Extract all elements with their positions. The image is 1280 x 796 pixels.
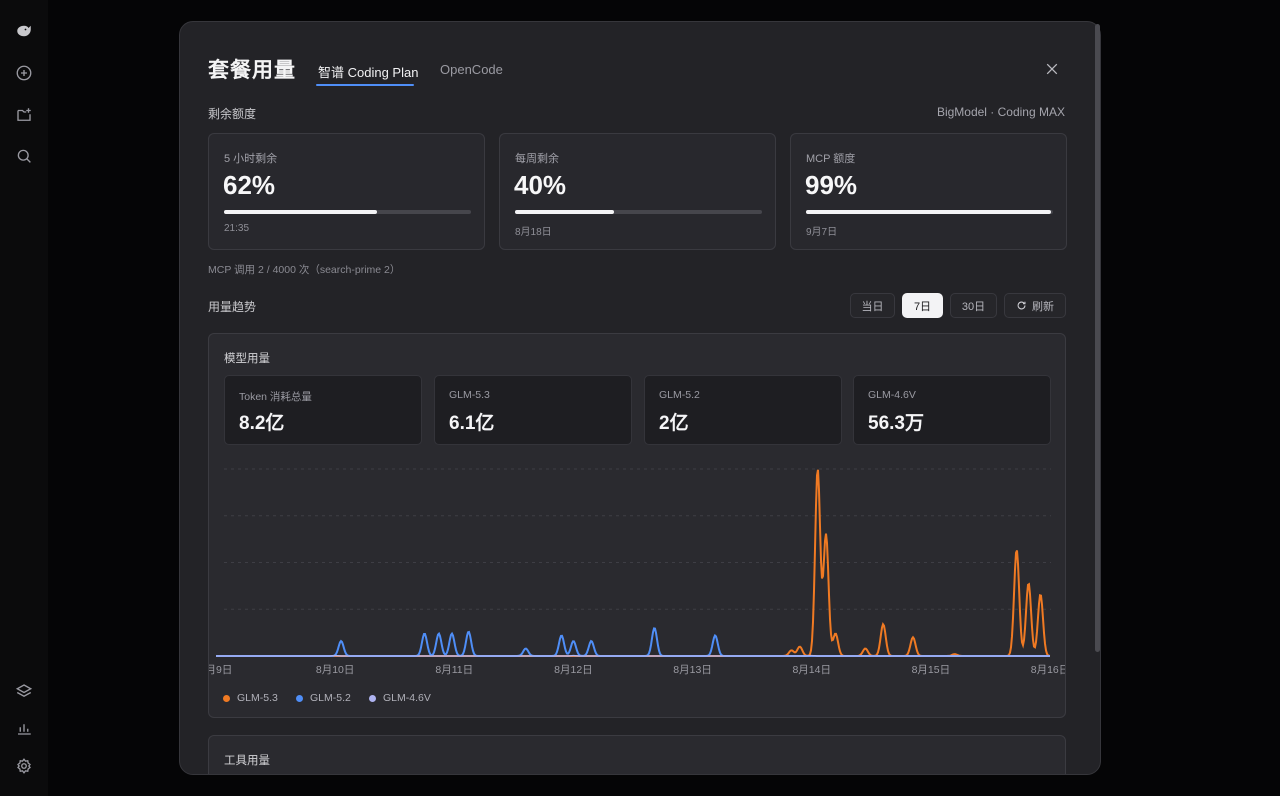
quota-card-5h: 5 小时剩余 62% 21:35: [208, 133, 485, 250]
stat-label: GLM-4.6V: [868, 389, 916, 401]
active-tab-indicator: [316, 84, 414, 86]
quota-card-weekly: 每周剩余 40% 8月18日: [499, 133, 776, 250]
stat-label: GLM-5.2: [659, 389, 700, 401]
modal-scrollbar[interactable]: [1095, 24, 1100, 652]
legend-label: GLM-4.6V: [383, 692, 431, 704]
trend-section-label: 用量趋势: [208, 300, 257, 314]
stat-value: 6.1亿: [449, 413, 495, 434]
legend-item-glm-5-2[interactable]: GLM-5.2: [296, 691, 351, 705]
x-tick-label: 8月13日: [673, 664, 712, 676]
quota-section-label: 剩余额度: [208, 107, 257, 121]
range-30d-button[interactable]: 30日: [950, 293, 997, 318]
model-usage-title: 模型用量: [224, 353, 270, 365]
quota-progress-bar: [515, 210, 762, 214]
legend-dot: [296, 694, 303, 702]
quota-progress-bar: [224, 210, 471, 214]
plan-name: BigModel · Coding MAX: [936, 105, 1065, 119]
legend-item-glm-4-6v[interactable]: GLM-4.6V: [369, 691, 431, 705]
sidebar: [0, 0, 48, 796]
x-tick-label: 8月15日: [912, 664, 951, 676]
quota-reset-time: 21:35: [224, 223, 250, 234]
quota-reset-date: 9月7日: [806, 227, 838, 238]
tab-coding-plan[interactable]: 智谱 Coding Plan: [318, 62, 418, 81]
quota-label: MCP 额度: [806, 153, 856, 165]
close-button[interactable]: [1042, 59, 1062, 79]
stat-card-glm-5-3: GLM-5.3 6.1亿: [434, 375, 632, 445]
quota-value: 99%: [805, 170, 858, 200]
usage-line-chart[interactable]: 8月9日 8月10日 8月11日 8月12日 8月13日 8月14日 8月15日 8月16日: [209, 459, 1065, 679]
new-folder-icon[interactable]: [14, 105, 34, 125]
stat-label: GLM-5.3: [449, 389, 490, 401]
stat-value: 2亿: [659, 413, 689, 434]
bar-chart-icon[interactable]: [14, 718, 34, 738]
legend-dot: [369, 694, 376, 702]
refresh-icon: [1017, 301, 1026, 310]
new-chat-icon[interactable]: [14, 63, 34, 83]
quota-label: 每周剩余: [515, 153, 559, 165]
modal-title: 套餐用量: [208, 59, 296, 82]
legend-label: GLM-5.3: [237, 692, 278, 704]
range-7d-button[interactable]: 7日: [902, 293, 943, 318]
quota-reset-date: 8月18日: [515, 227, 552, 238]
x-tick-label: 8月12日: [554, 664, 593, 676]
quota-label: 5 小时剩余: [224, 153, 278, 165]
quota-progress-fill: [224, 210, 378, 214]
quota-value: 40%: [514, 170, 567, 200]
stat-card-token-total: Token 消耗总量 8.2亿: [224, 375, 422, 445]
gear-icon[interactable]: [14, 756, 34, 776]
x-tick-label: 8月9日: [209, 664, 232, 676]
legend-item-glm-5-3[interactable]: GLM-5.3: [223, 691, 278, 705]
quota-progress-fill: [806, 210, 1051, 214]
range-today-button[interactable]: 当日: [850, 293, 895, 318]
stat-card-glm-5-2: GLM-5.2 2亿: [644, 375, 842, 445]
close-icon: [1046, 63, 1058, 75]
mcp-usage-note: MCP 调用 2 / 4000 次（search-prime 2）: [208, 264, 401, 276]
refresh-label: 刷新: [1032, 300, 1054, 313]
model-usage-panel: 模型用量 Token 消耗总量 8.2亿 GLM-5.3 6.1亿 GLM-5.…: [208, 333, 1066, 718]
search-icon[interactable]: [14, 146, 34, 166]
stat-value: 8.2亿: [239, 413, 285, 434]
x-tick-label: 8月14日: [792, 664, 831, 676]
x-tick-label: 8月11日: [435, 664, 473, 676]
tools-usage-panel: 工具用量: [208, 735, 1066, 774]
layers-icon[interactable]: [14, 681, 34, 701]
legend-dot: [223, 694, 230, 702]
quota-card-mcp: MCP 额度 99% 9月7日: [790, 133, 1067, 250]
quota-progress-fill: [515, 210, 614, 214]
usage-modal: 套餐用量 智谱 Coding Plan OpenCode 剩余额度 BigMod…: [179, 21, 1101, 775]
quota-progress-bar: [806, 210, 1053, 214]
quota-value: 62%: [223, 170, 276, 200]
series-line-glm-5-2: [216, 627, 1050, 657]
refresh-button[interactable]: 刷新: [1004, 293, 1066, 318]
tools-usage-title: 工具用量: [224, 755, 270, 767]
tab-opencode[interactable]: OpenCode: [440, 62, 503, 77]
x-tick-label: 8月16日: [1031, 664, 1065, 676]
x-tick-label: 8月10日: [316, 664, 355, 676]
legend-label: GLM-5.2: [310, 692, 351, 704]
stat-card-glm-4-6v: GLM-4.6V 56.3万: [853, 375, 1051, 445]
whale-logo-icon[interactable]: [14, 21, 34, 41]
stat-label: Token 消耗总量: [239, 391, 312, 403]
stat-value: 56.3万: [868, 413, 924, 434]
